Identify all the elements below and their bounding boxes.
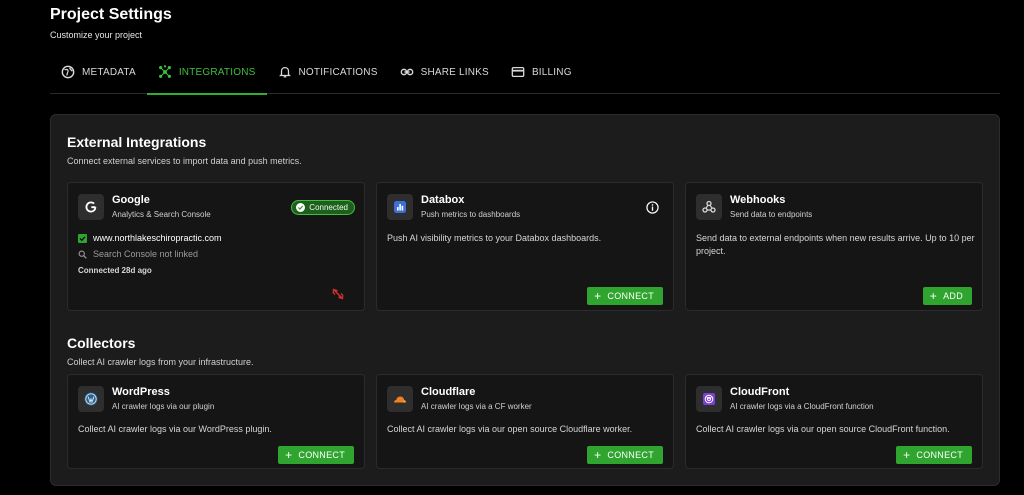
- cloudfront-icon: [696, 386, 722, 412]
- tab-share-links[interactable]: SHARE LINKS: [389, 50, 500, 94]
- external-integrations-description: Connect external services to import data…: [67, 156, 302, 166]
- site-row: www.northlakeschiropractic.com: [78, 233, 222, 243]
- databox-description: Push AI visibility metrics to your Datab…: [387, 233, 602, 243]
- webhooks-card: Webhooks Send data to endpoints Send dat…: [685, 182, 983, 311]
- google-card: Google Analytics & Search Console Connec…: [67, 182, 365, 311]
- search-console-row: Search Console not linked: [78, 249, 198, 259]
- collectors-description: Collect AI crawler logs from your infras…: [67, 357, 254, 367]
- databox-subtitle: Push metrics to dashboards: [421, 210, 521, 219]
- wordpress-card: WordPress AI crawler logs via our plugin…: [67, 374, 365, 469]
- settings-tabs: METADATA INTEGRATIONS NOTIFICATIONS SHAR…: [50, 50, 1000, 95]
- google-subtitle: Analytics & Search Console: [112, 210, 211, 219]
- cloudfront-subtitle: AI crawler logs via a CloudFront functio…: [730, 402, 874, 411]
- bell-icon: [278, 66, 291, 78]
- webhook-icon: [696, 194, 722, 220]
- webhooks-title: Webhooks: [730, 194, 786, 206]
- button-label: CONNECT: [916, 450, 963, 460]
- cloudflare-description: Collect AI crawler logs via our open sou…: [387, 424, 633, 434]
- tab-notifications[interactable]: NOTIFICATIONS: [267, 50, 389, 94]
- cloudfront-connect-button[interactable]: + CONNECT: [896, 446, 972, 464]
- databox-title: Databox: [421, 194, 465, 206]
- tab-label: NOTIFICATIONS: [298, 66, 378, 78]
- tab-label: INTEGRATIONS: [178, 66, 256, 78]
- page-title: Project Settings: [50, 6, 172, 23]
- plus-icon: +: [594, 448, 602, 462]
- check-icon: [296, 203, 306, 212]
- site-url: www.northlakeschiropractic.com: [93, 233, 222, 243]
- connected-time: Connected 28d ago: [78, 266, 152, 275]
- cloudflare-title: Cloudflare: [421, 386, 476, 398]
- collectors-title: Collectors: [67, 335, 136, 351]
- badge-label: Connected: [309, 203, 348, 212]
- wordpress-description: Collect AI crawler logs via our WordPres…: [78, 424, 272, 434]
- button-label: CONNECT: [298, 450, 345, 460]
- search-icon: [78, 250, 87, 259]
- google-icon: [78, 194, 104, 220]
- cloudfront-description: Collect AI crawler logs via our open sou…: [696, 424, 950, 434]
- external-integrations-title: External Integrations: [67, 134, 207, 150]
- page-subtitle: Customize your project: [50, 30, 143, 40]
- button-label: CONNECT: [607, 291, 654, 301]
- wordpress-title: WordPress: [112, 386, 170, 398]
- cloudflare-icon: [387, 386, 413, 412]
- connected-badge: Connected: [291, 200, 355, 215]
- plus-icon: +: [903, 448, 911, 462]
- tab-metadata[interactable]: METADATA: [50, 50, 147, 94]
- plus-icon: +: [285, 448, 293, 462]
- hub-icon: [158, 65, 171, 78]
- cloudfront-card: CloudFront AI crawler logs via a CloudFr…: [685, 374, 983, 469]
- unlink-icon[interactable]: [332, 288, 344, 300]
- plus-icon: +: [594, 289, 602, 303]
- cloudflare-subtitle: AI crawler logs via a CF worker: [421, 402, 532, 411]
- webhooks-description: Send data to external endpoints when new…: [696, 233, 975, 256]
- link-icon: [400, 68, 413, 76]
- info-icon[interactable]: [646, 201, 659, 214]
- integrations-panel: External Integrations Connect external s…: [50, 114, 1000, 486]
- button-label: CONNECT: [607, 450, 654, 460]
- search-console-status: Search Console not linked: [93, 249, 199, 259]
- page-header: Project Settings Customize your project: [50, 6, 172, 40]
- databox-connect-button[interactable]: + CONNECT: [587, 287, 663, 305]
- tab-billing[interactable]: BILLING: [500, 50, 583, 94]
- wordpress-icon: [78, 386, 104, 412]
- globe-icon: [61, 65, 75, 79]
- tab-label: METADATA: [82, 66, 136, 78]
- google-title: Google: [112, 194, 150, 206]
- webhooks-subtitle: Send data to endpoints: [730, 210, 813, 219]
- cloudflare-connect-button[interactable]: + CONNECT: [587, 446, 663, 464]
- tab-integrations[interactable]: INTEGRATIONS: [146, 50, 267, 95]
- webhooks-add-button[interactable]: + ADD: [922, 287, 972, 305]
- credit-card-icon: [511, 66, 525, 78]
- cloudfront-title: CloudFront: [730, 386, 790, 398]
- plus-icon: +: [929, 289, 938, 303]
- button-label: ADD: [943, 291, 963, 301]
- databox-card: Databox Push metrics to dashboards Push …: [376, 182, 674, 311]
- tab-label: SHARE LINKS: [420, 66, 489, 78]
- tab-label: BILLING: [531, 66, 572, 78]
- cloudflare-card: Cloudflare AI crawler logs via a CF work…: [376, 374, 674, 469]
- databox-icon: [387, 194, 413, 220]
- wordpress-connect-button[interactable]: + CONNECT: [278, 446, 354, 464]
- checkbox-checked-icon: [78, 233, 87, 243]
- wordpress-subtitle: AI crawler logs via our plugin: [112, 402, 215, 411]
